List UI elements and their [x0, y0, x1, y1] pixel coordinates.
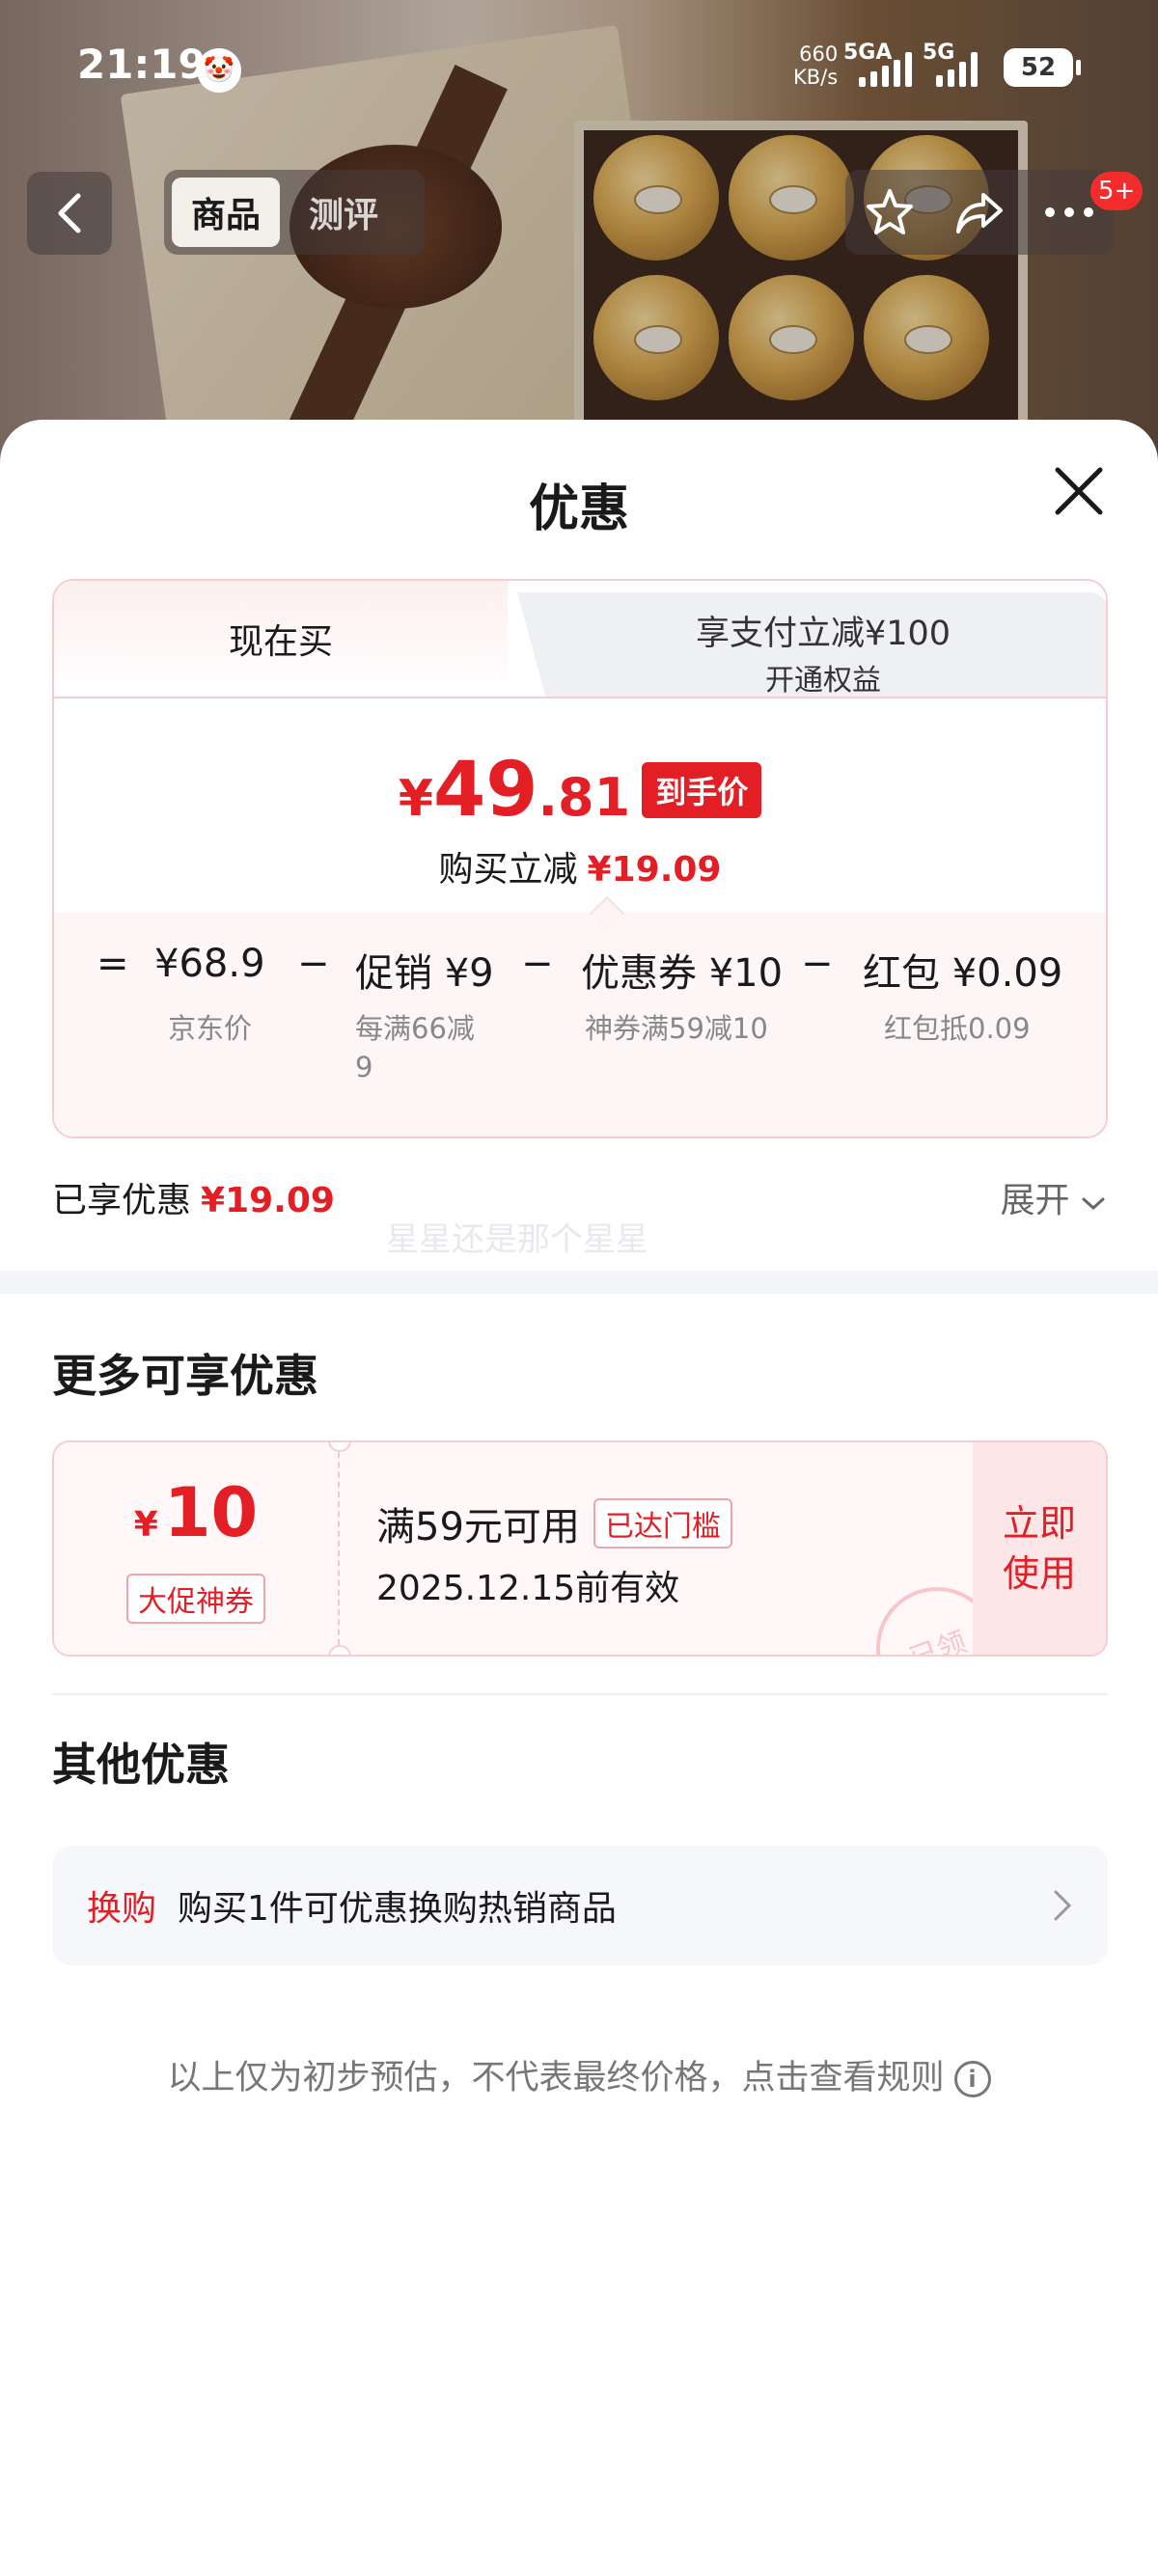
breakdown-coupon-sub: 神券满59减10 — [585, 1012, 768, 1045]
product-nav-tabs: 商品 测评 — [164, 170, 425, 255]
disclaimer-text: 以上仅为初步预估，不代表最终价格，点击查看规则 — [167, 2059, 945, 2097]
threshold-reached-badge: 已达门槛 — [593, 1498, 732, 1548]
network-speed-value: 660 — [799, 42, 839, 66]
final-price: ¥ 49 .81 到手价 — [54, 747, 1106, 834]
breakdown-promotion: 促销 ¥9 — [355, 951, 494, 996]
tab-pay-title: 享支付立减¥100 — [695, 615, 951, 653]
network-speed-unit: KB/s — [793, 66, 839, 89]
signal-icon — [936, 52, 978, 87]
enjoyed-discount-label: 已享优惠 — [52, 1181, 192, 1220]
tab-review[interactable]: 测评 — [290, 178, 398, 247]
price-breakdown: = ¥68.9 京东价 − 促销 ¥9 每满66减9 − 优惠券 ¥10 神券满… — [54, 913, 1106, 1137]
use-now-button[interactable]: 立即使用 — [973, 1442, 1106, 1655]
enjoyed-discount: 已享优惠 ¥19.09 — [52, 1172, 335, 1222]
final-price-tag: 到手价 — [642, 762, 762, 818]
coupon-validity: 2025.12.15前有效 — [376, 1569, 680, 1608]
signal-icon — [859, 52, 912, 87]
breakdown-coupon: 优惠券 ¥10 — [581, 951, 784, 996]
trade-in-tag: 换购 — [87, 1889, 157, 1929]
currency-symbol: ¥ — [398, 770, 433, 828]
notification-badge: 5+ — [1090, 172, 1144, 210]
coupon-amount-value: 10 — [163, 1472, 259, 1552]
breakdown-jd-price-sub: 京东价 — [168, 1012, 253, 1045]
tab-product[interactable]: 商品 — [172, 178, 281, 247]
coupon-value: ¥10 大促神券 — [54, 1442, 340, 1655]
minus-sign: − — [297, 942, 330, 986]
equals-sign: = — [96, 942, 129, 986]
minus-sign: − — [801, 942, 834, 986]
tab-buy-now[interactable]: 现在买 — [54, 581, 508, 697]
watermark: 星星还是那个星星 — [386, 1220, 648, 1259]
tab-buy-now-label: 现在买 — [228, 622, 333, 662]
price-detail: ¥ 49 .81 到手价 购买立减 ¥19.09 = ¥68.9 京东价 − 促销… — [54, 697, 1106, 1137]
info-icon[interactable]: i — [953, 2061, 991, 2097]
coupon-amount: ¥10 — [134, 1474, 258, 1564]
breakdown-red-packet-sub: 红包抵0.09 — [884, 1012, 1031, 1045]
star-icon[interactable] — [863, 185, 917, 239]
battery-icon: 52 — [1004, 48, 1081, 87]
discount-sheet: 优惠 享支付立减¥100 开通权益 现在买 ¥ 49 .81 到手价 购买立减 ¥… — [0, 420, 1158, 2576]
chevron-down-icon — [1082, 1197, 1105, 1211]
coupon-card: ¥10 大促神券 满59元可用 已达门槛 2025.12.15前有效 已领 立即… — [52, 1440, 1108, 1657]
share-icon[interactable] — [952, 185, 1006, 239]
divider — [52, 1693, 1108, 1695]
status-time: 21:19 — [77, 41, 207, 88]
coupon-condition-text: 满59元可用 — [376, 1505, 580, 1549]
tab-pay-benefit[interactable]: 享支付立减¥100 开通权益 — [517, 592, 1106, 699]
chevron-right-icon — [1054, 1890, 1072, 1921]
sheet-title: 优惠 — [528, 480, 629, 538]
section-divider — [0, 1271, 1158, 1294]
battery-level: 52 — [1020, 53, 1057, 82]
price-integer: 49 — [432, 747, 538, 834]
instant-discount-amount: ¥19.09 — [587, 850, 722, 890]
disclaimer[interactable]: 以上仅为初步预估，不代表最终价格，点击查看规则 i — [0, 2050, 1158, 2099]
trade-in-offer-row[interactable]: 换购 购买1件可优惠换购热销商品 — [52, 1846, 1108, 1965]
close-icon[interactable] — [1048, 460, 1110, 522]
price-decimal: .81 — [538, 767, 631, 828]
tab-pay-subtitle: 开通权益 — [765, 664, 881, 698]
use-now-label: 立即使用 — [1002, 1502, 1076, 1595]
chevron-left-icon — [58, 193, 81, 233]
expand-label: 展开 — [1000, 1181, 1070, 1220]
coupon-condition: 满59元可用 已达门槛 — [376, 1495, 732, 1551]
breakdown-red-packet: 红包 ¥0.09 — [863, 951, 1063, 996]
coupon-notch — [328, 1645, 351, 1655]
price-card: 享支付立减¥100 开通权益 现在买 ¥ 49 .81 到手价 购买立减 ¥19.… — [52, 579, 1108, 1138]
app-notification-icon: 🤡 — [197, 48, 241, 93]
more-discounts-title: 更多可享优惠 — [52, 1350, 318, 1402]
back-button[interactable] — [27, 172, 112, 255]
coupon-currency: ¥ — [133, 1504, 158, 1545]
instant-discount: 购买立减 ¥19.09 — [54, 841, 1106, 891]
breakdown-promotion-sub: 每满66减9 — [355, 1012, 475, 1083]
trade-in-description: 购买1件可优惠换购热销商品 — [178, 1889, 617, 1929]
nav-actions — [845, 170, 1114, 255]
minus-sign: − — [521, 942, 554, 986]
network-speed: 660 KB/s — [793, 42, 838, 89]
expand-button[interactable]: 展开 — [1001, 1172, 1106, 1222]
more-icon[interactable] — [1042, 203, 1096, 222]
breakdown-jd-price: ¥68.9 — [154, 942, 265, 986]
status-bar: 21:19 🤡 660 KB/s 5GA 5G 52 — [0, 0, 1158, 145]
instant-discount-label: 购买立减 — [438, 850, 578, 890]
enjoyed-discount-amount: ¥19.09 — [201, 1181, 335, 1220]
other-discounts-title: 其他优惠 — [52, 1739, 230, 1791]
coupon-type-badge: 大促神券 — [126, 1573, 265, 1624]
